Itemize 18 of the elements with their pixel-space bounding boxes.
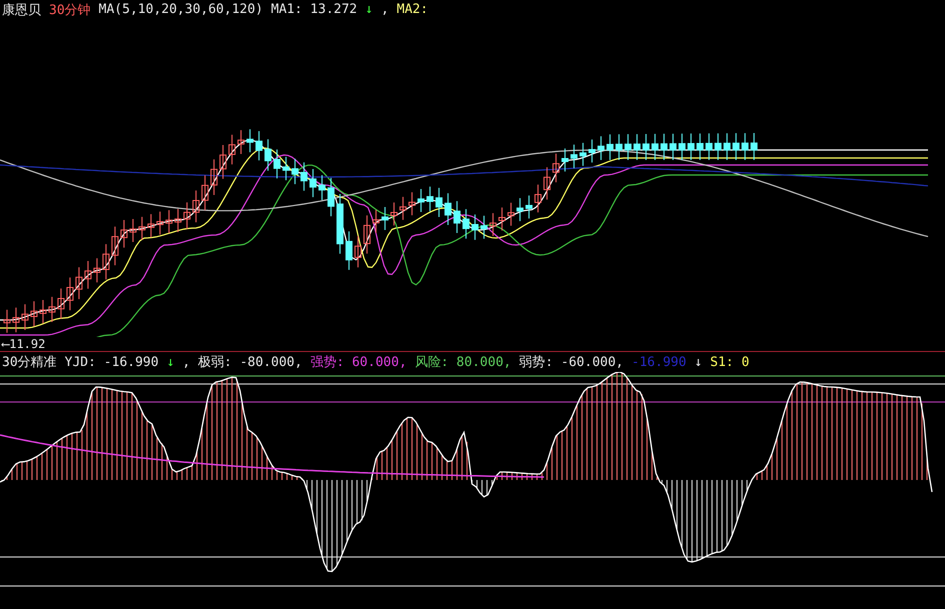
legend-text: 康恩贝 (2, 2, 41, 19)
legend-text: ↓ (694, 354, 702, 370)
legend-text: , (380, 2, 389, 18)
legend-text: MA1: 13.272 (271, 2, 358, 18)
legend-text: 风险: 80.000, (414, 354, 512, 372)
legend-text: YJD: -16.990 (64, 354, 159, 370)
legend-text: MA(5,10,20,30,60,120) (98, 2, 264, 18)
legend-text: 30分钟 (49, 2, 91, 19)
legend-text: ↓ (365, 2, 373, 18)
legend-text: ↓ (166, 354, 174, 370)
legend-text: 强势: 60.000, (310, 354, 407, 372)
legend-text: 30分精准 (2, 354, 57, 372)
legend-text: -16.990 (632, 354, 686, 370)
legend-text: , 极弱: -80.000, (182, 354, 302, 372)
price-label: ⟵11.92 (0, 337, 46, 352)
legend-text: 弱势: -60.000, (519, 354, 624, 372)
legend-text: MA2: (396, 2, 428, 18)
legend-text: S1: 0 (710, 354, 750, 370)
